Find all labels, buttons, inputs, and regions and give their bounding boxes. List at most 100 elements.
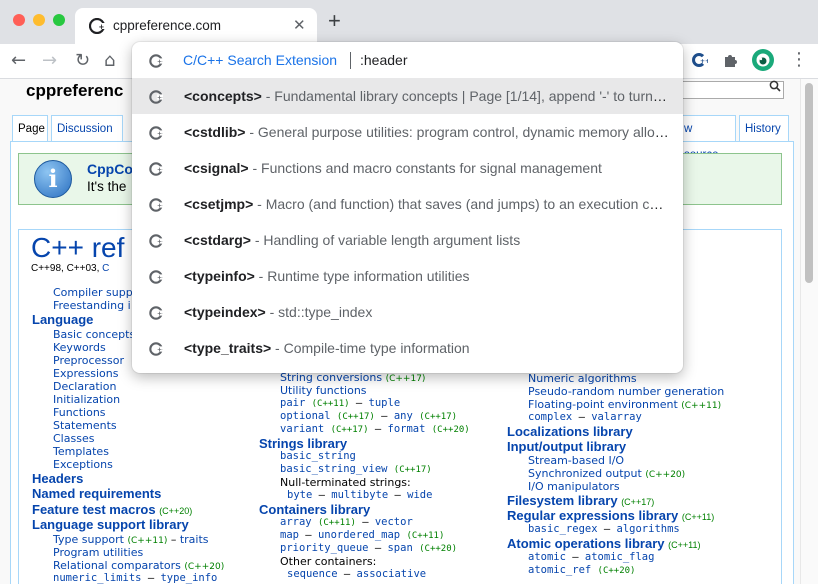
index-link[interactable]: Containers library	[259, 502, 370, 517]
search-icon[interactable]	[769, 80, 781, 96]
browser-menu-icon[interactable]: ⋮	[790, 49, 808, 71]
index-link[interactable]: vector	[375, 516, 413, 528]
index-link[interactable]: Relational comparators	[53, 559, 181, 572]
index-link[interactable]: Filesystem library	[507, 493, 618, 508]
index-link[interactable]: Declaration	[53, 380, 116, 393]
index-link[interactable]: I/O manipulators	[528, 480, 620, 493]
tab-page[interactable]: Page	[12, 115, 48, 141]
scrollbar-thumb[interactable]	[805, 83, 813, 283]
index-link[interactable]: unordered_map	[318, 529, 400, 541]
index-link[interactable]: wide	[407, 489, 432, 501]
omnibox-suggestion[interactable]: ++ <typeinfo> - Runtime type information …	[132, 258, 683, 294]
omnibox-suggestion[interactable]: ++ <cstdarg> - Handling of variable lengt…	[132, 222, 683, 258]
index-link[interactable]: Numeric algorithms	[528, 372, 637, 385]
index-link[interactable]: basic_regex	[528, 523, 598, 535]
index-link[interactable]: sequence	[287, 568, 338, 580]
index-link[interactable]: Localizations library	[507, 424, 633, 439]
back-button[interactable]: ←	[11, 51, 26, 71]
index-link[interactable]: Expressions	[53, 367, 118, 380]
index-link[interactable]: Input/output library	[507, 439, 626, 454]
index-link[interactable]: Program utilities	[53, 546, 143, 559]
cpp-extension-icon[interactable]: ++	[690, 51, 710, 73]
index-link[interactable]: Stream-based I/O	[528, 454, 624, 467]
index-link[interactable]: Classes	[53, 432, 94, 445]
index-link[interactable]: pair	[280, 397, 305, 409]
site-title[interactable]: cppreferenc	[26, 81, 123, 101]
tab-discussion[interactable]: Discussion	[51, 115, 123, 141]
index-link[interactable]: byte	[287, 489, 312, 501]
index-link[interactable]: Functions	[53, 406, 106, 419]
index-link[interactable]: Floating-point environment	[528, 398, 678, 411]
index-heading: Feature test macros (C++20)	[32, 502, 192, 517]
omnibox-suggestion[interactable]: ++ <csetjmp> - Macro (and function) that …	[132, 186, 683, 222]
index-link[interactable]: Feature test macros	[32, 502, 156, 517]
index-link[interactable]: Freestanding i	[53, 299, 131, 312]
omnibox-suggestion[interactable]: ++ <concepts> - Fundamental library conce…	[132, 78, 683, 114]
omnibox-suggestion[interactable]: ++ <csignal> - Functions and macro consta…	[132, 150, 683, 186]
active-tab[interactable]: ++ cppreference.com ✕	[75, 8, 317, 44]
omnibox-suggestion[interactable]: ++ <type_traits> - Compile-time type info…	[132, 330, 683, 366]
index-link[interactable]: Strings library	[259, 436, 347, 451]
index-link[interactable]: tuple	[369, 397, 401, 409]
index-link[interactable]: Compiler supp	[53, 286, 133, 299]
index-link[interactable]: numeric_limits	[53, 572, 142, 584]
omnibox-suggestion[interactable]: ++ <cstdlib> - General purpose utilities:…	[132, 114, 683, 150]
index-link[interactable]: Preprocessor	[53, 354, 124, 367]
index-link[interactable]: map	[280, 529, 299, 541]
tab-view-source[interactable]: w source	[678, 115, 736, 161]
forward-button[interactable]: →	[42, 51, 57, 71]
index-link[interactable]: atomic	[528, 551, 566, 563]
index-link[interactable]: Atomic operations library	[507, 536, 664, 551]
index-link[interactable]: Utility functions	[280, 384, 367, 397]
index-link[interactable]: Regular expressions library	[507, 508, 678, 523]
index-link[interactable]: format	[388, 423, 426, 435]
index-link[interactable]: Initialization	[53, 393, 120, 406]
index-link[interactable]: Named requirements	[32, 486, 161, 501]
index-link[interactable]: optional	[280, 410, 331, 422]
index-link[interactable]: Headers	[32, 471, 83, 486]
index-link[interactable]: Language	[32, 312, 93, 327]
tab-history[interactable]: History	[739, 115, 789, 141]
index-link[interactable]: associative	[357, 568, 427, 580]
index-link[interactable]: algorithms	[617, 523, 680, 535]
omnibox-input-row[interactable]: ++ C/C++ Search Extension :header	[132, 42, 683, 78]
index-link[interactable]: basic_string	[280, 450, 356, 462]
page-scrollbar[interactable]	[800, 79, 818, 584]
index-link[interactable]: Synchronized output	[528, 467, 642, 480]
minimize-window-button[interactable]	[33, 14, 45, 26]
index-link[interactable]: traits	[180, 533, 209, 546]
index-link[interactable]: valarray	[591, 411, 642, 423]
home-button[interactable]: ⌂	[104, 51, 115, 71]
index-link-row: atomic_ref (C++20)	[528, 564, 635, 576]
close-tab-icon[interactable]: ✕	[293, 16, 306, 34]
index-link[interactable]: Keywords	[53, 341, 106, 354]
index-link[interactable]: variant	[280, 423, 324, 435]
index-link[interactable]: Templates	[53, 445, 109, 458]
index-link[interactable]: span	[387, 542, 412, 554]
index-link[interactable]: atomic_ref	[528, 564, 591, 576]
index-link[interactable]: array	[280, 516, 312, 528]
index-link[interactable]: Pseudo-random number generation	[528, 385, 724, 398]
index-link[interactable]: complex	[528, 411, 572, 423]
index-link[interactable]: Exceptions	[53, 458, 113, 471]
index-link[interactable]: any	[394, 410, 413, 422]
index-link[interactable]: priority_queue	[280, 542, 369, 554]
index-link[interactable]: Basic concepts	[53, 328, 135, 341]
index-link[interactable]: basic_string_view	[280, 463, 387, 475]
close-window-button[interactable]	[13, 14, 25, 26]
omnibox-suggestion[interactable]: ++ <typeindex> - std::type_index	[132, 294, 683, 330]
maximize-window-button[interactable]	[53, 14, 65, 26]
omnibox-query[interactable]: :header	[360, 52, 407, 68]
index-link[interactable]: Statements	[53, 419, 117, 432]
index-link[interactable]: Type support	[53, 533, 124, 546]
index-link[interactable]: multibyte	[331, 489, 388, 501]
index-link[interactable]: type_info	[160, 572, 217, 584]
index-link[interactable]: atomic_flag	[585, 551, 655, 563]
index-link[interactable]: Language support library	[32, 517, 189, 532]
notice-title[interactable]: CppCo	[87, 161, 133, 177]
new-tab-button[interactable]: +	[328, 10, 341, 32]
puzzle-extensions-icon[interactable]	[722, 51, 740, 73]
profile-avatar[interactable]	[752, 49, 774, 75]
reload-button[interactable]: ↻	[75, 51, 90, 71]
svg-text:++: ++	[157, 167, 163, 174]
